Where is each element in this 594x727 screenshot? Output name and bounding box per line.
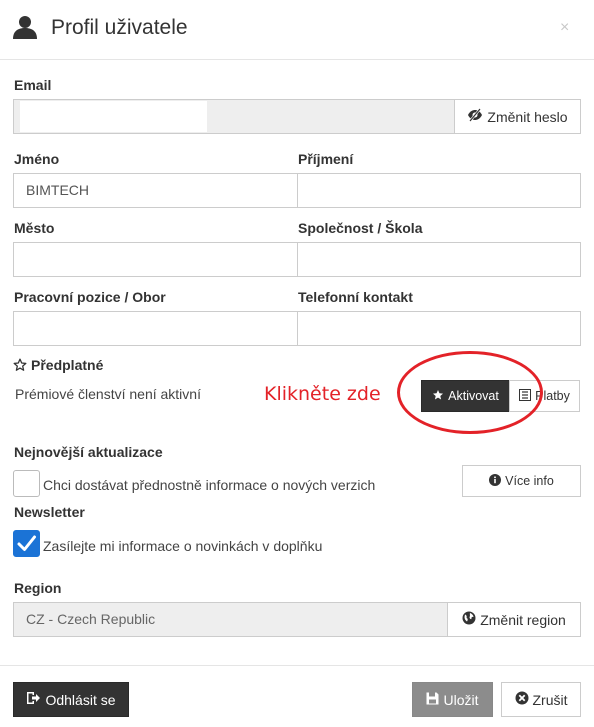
subscription-label: Předplatné xyxy=(31,357,104,373)
change-region-label: Změnit region xyxy=(480,611,566,628)
payments-label: Platby xyxy=(535,389,570,403)
updates-checkbox-text: Chci dostávat přednostně informace o nov… xyxy=(43,477,376,493)
region-label: Region xyxy=(14,580,62,596)
region-field: CZ - Czech Republic xyxy=(13,602,448,637)
city-label: Město xyxy=(14,220,55,236)
star-icon xyxy=(432,389,444,404)
city-input[interactable] xyxy=(13,242,298,277)
cancel-label: Zrušit xyxy=(532,691,568,708)
last-name-label: Příjmení xyxy=(298,151,354,167)
company-label: Společnost / Škola xyxy=(298,220,423,236)
user-icon xyxy=(12,14,38,40)
newsletter-checkbox[interactable] xyxy=(13,530,40,557)
footer-divider xyxy=(0,665,594,666)
annotation-text: Klikněte zde xyxy=(264,383,381,405)
email-label: Email xyxy=(14,77,52,93)
close-icon[interactable]: × xyxy=(560,20,569,36)
times-circle-icon xyxy=(515,691,529,708)
profile-modal: Profil uživatele × Email Změnit heslo Jm… xyxy=(0,0,594,727)
subscription-status: Prémiové členství není aktivní xyxy=(15,386,201,402)
first-name-label: Jméno xyxy=(14,151,60,167)
modal-title: Profil uživatele xyxy=(51,16,188,39)
updates-checkbox[interactable] xyxy=(13,470,40,497)
more-info-label: Více info xyxy=(505,474,554,488)
newsletter-checkbox-text: Zasílejte mi informace o novinkách v dop… xyxy=(43,538,323,554)
more-info-button[interactable]: Více info xyxy=(462,465,581,497)
star-outline-icon xyxy=(13,358,27,377)
change-password-label: Změnit heslo xyxy=(487,108,568,125)
position-label: Pracovní pozice / Obor xyxy=(14,289,166,305)
last-name-input[interactable] xyxy=(297,173,581,208)
phone-input[interactable] xyxy=(297,311,581,346)
modal-header: Profil uživatele × xyxy=(0,0,594,60)
floppy-icon xyxy=(426,692,439,708)
info-circle-icon xyxy=(489,473,502,489)
email-value-mask xyxy=(20,101,207,132)
newsletter-label: Newsletter xyxy=(14,504,85,520)
activate-button[interactable]: Aktivovat xyxy=(421,380,510,412)
updates-label: Nejnovější aktualizace xyxy=(14,444,163,460)
logout-button[interactable]: Odhlásit se xyxy=(13,682,129,717)
phone-label: Telefonní kontakt xyxy=(298,289,413,305)
activate-label: Aktivovat xyxy=(448,389,499,403)
save-label: Uložit xyxy=(443,691,479,708)
list-icon xyxy=(519,388,532,404)
position-input[interactable] xyxy=(13,311,298,346)
email-field xyxy=(13,99,455,134)
globe-icon xyxy=(462,611,476,628)
eye-slash-icon xyxy=(467,108,483,125)
change-region-button[interactable]: Změnit region xyxy=(447,602,581,637)
sign-out-icon xyxy=(26,691,41,708)
change-password-button[interactable]: Změnit heslo xyxy=(454,99,581,134)
company-input[interactable] xyxy=(297,242,581,277)
logout-label: Odhlásit se xyxy=(45,691,116,708)
save-button[interactable]: Uložit xyxy=(412,682,493,717)
cancel-button[interactable]: Zrušit xyxy=(501,682,581,717)
first-name-input[interactable]: BIMTECH xyxy=(13,173,298,208)
payments-button[interactable]: Platby xyxy=(509,380,580,412)
